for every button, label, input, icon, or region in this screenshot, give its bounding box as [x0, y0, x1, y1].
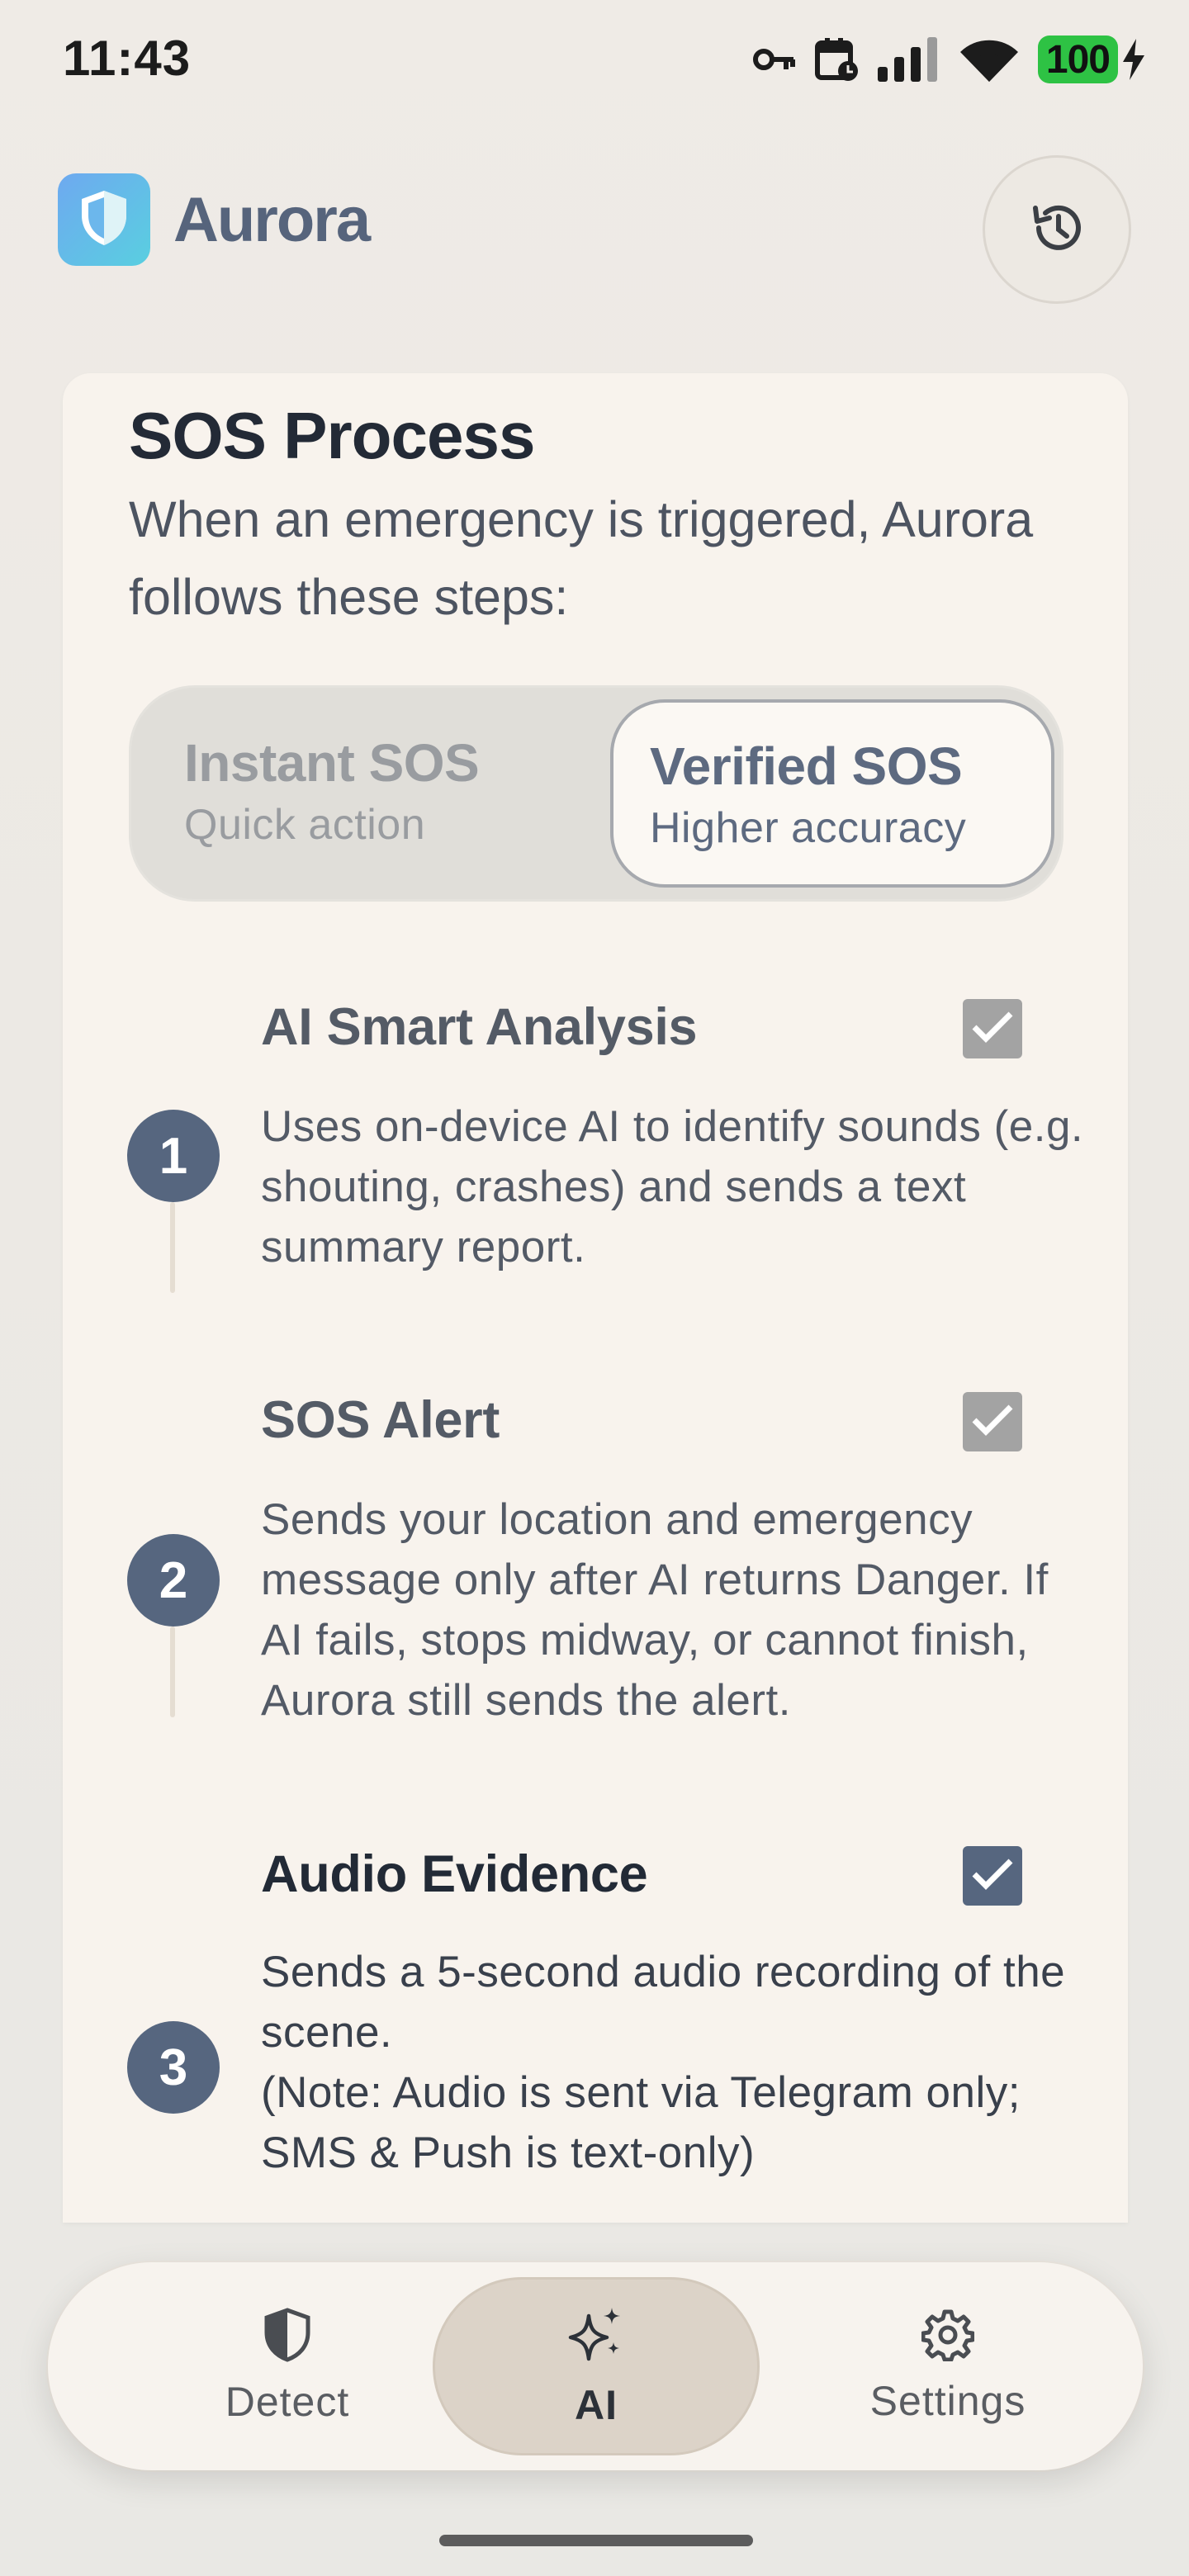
- card-title: SOS Process: [129, 399, 535, 472]
- status-time: 11:43: [63, 31, 192, 86]
- key-icon: [752, 43, 797, 76]
- status-icons: 100: [752, 33, 1146, 86]
- nav-label: Detect: [225, 2378, 350, 2425]
- nav-label: AI: [575, 2381, 618, 2428]
- verified-sos-option[interactable]: Verified SOS Higher accuracy: [610, 699, 1054, 888]
- battery-level: 100: [1037, 36, 1118, 83]
- step-title: Audio Evidence: [261, 1845, 648, 1903]
- instant-sos-subtitle: Quick action: [184, 801, 426, 849]
- app-header: Aurora: [58, 173, 371, 266]
- step-description-line: Sends a 5-second audio recording of the …: [261, 1948, 1066, 2057]
- sos-process-card: SOS Process When an emergency is trigger…: [63, 373, 1128, 2223]
- card-description: When an emergency is triggered, Aurora f…: [129, 491, 1034, 625]
- app-logo: [58, 173, 150, 266]
- wifi-icon: [959, 37, 1020, 82]
- step-number: 1: [127, 1110, 220, 1202]
- step-number: 2: [127, 1534, 220, 1627]
- bottom-navigation: Detect AI Settings: [48, 2262, 1143, 2470]
- nav-settings[interactable]: Settings: [791, 2262, 1105, 2470]
- nav-label: Settings: [869, 2377, 1026, 2424]
- step-connector: [170, 1627, 175, 1717]
- step-title: AI Smart Analysis: [261, 998, 698, 1056]
- sos-mode-toggle: Instant SOS Quick action Verified SOS Hi…: [129, 685, 1063, 902]
- step-3-checkbox[interactable]: [963, 1846, 1022, 1906]
- history-button[interactable]: [983, 155, 1131, 304]
- step-connector: [170, 1202, 175, 1293]
- step-description: Sends a 5-second audio recording of the …: [261, 1942, 1087, 2183]
- step-1-checkbox[interactable]: [963, 999, 1022, 1058]
- verified-sos-label: Verified SOS: [650, 736, 963, 796]
- nav-detect[interactable]: Detect: [130, 2262, 444, 2470]
- nav-ai[interactable]: AI: [433, 2277, 760, 2455]
- step-description: Uses on-device AI to identify sounds (e.…: [261, 1102, 1084, 1271]
- signal-icon: [877, 37, 940, 82]
- app-title: Aurora: [173, 184, 371, 255]
- step-number: 3: [127, 2021, 220, 2114]
- sparkles-icon: [566, 2304, 627, 2370]
- verified-sos-subtitle: Higher accuracy: [650, 804, 967, 852]
- status-bar: 11:43 100: [0, 0, 1189, 116]
- checkmark-icon: [971, 1011, 1014, 1048]
- shield-icon: [78, 189, 130, 251]
- step-title: SOS Alert: [261, 1391, 500, 1449]
- home-indicator[interactable]: [439, 2535, 753, 2546]
- gear-icon: [921, 2308, 975, 2365]
- instant-sos-label: Instant SOS: [184, 733, 480, 793]
- calendar-icon: [814, 36, 860, 83]
- step-2-checkbox[interactable]: [963, 1392, 1022, 1451]
- history-icon: [1027, 198, 1087, 262]
- instant-sos-option[interactable]: Instant SOS Quick action: [143, 699, 587, 888]
- step-description: Sends your location and emergency messag…: [261, 1495, 1049, 1725]
- battery-icon: 100: [1037, 36, 1146, 83]
- charging-icon: [1121, 39, 1146, 80]
- checkmark-icon: [971, 1404, 1014, 1441]
- checkmark-icon: [971, 1858, 1014, 1895]
- shield-icon: [263, 2307, 311, 2366]
- step-note: (Note: Audio is sent via Telegram only; …: [261, 2068, 1021, 2177]
